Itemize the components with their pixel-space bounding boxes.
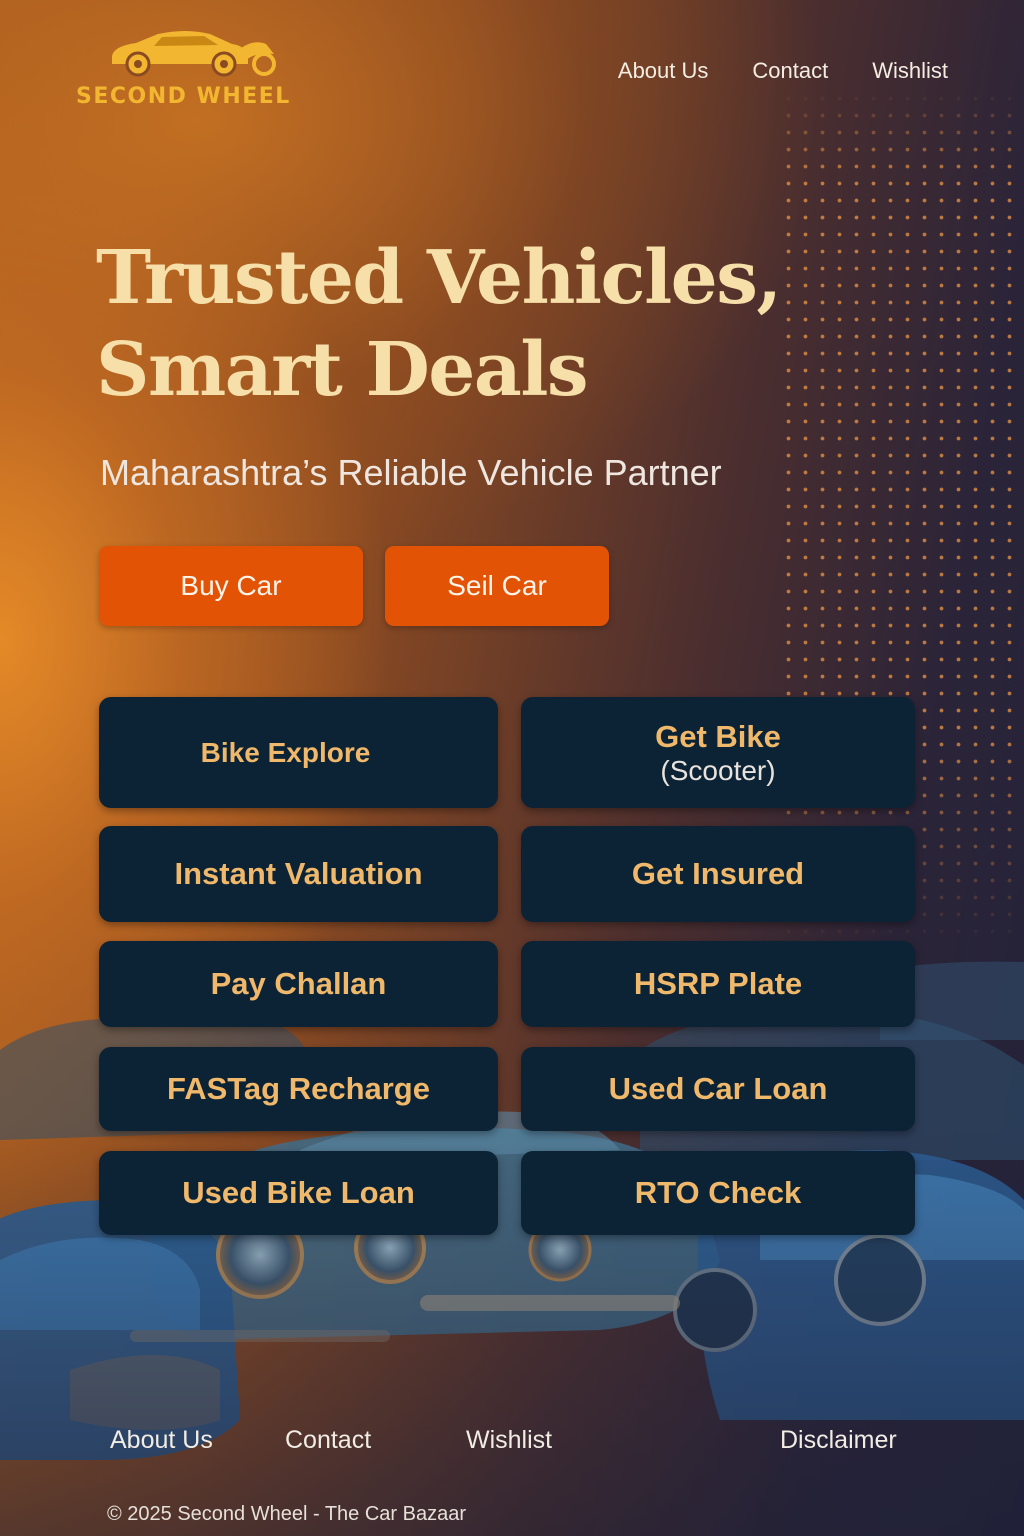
tile-label: Get Insured (631, 856, 805, 891)
car-motorbike-logo-icon (112, 31, 276, 77)
copyright-text: © 2025 Second Wheel - The Car Bazaar (107, 1503, 467, 1525)
tile-label: FASTag Recharge (166, 1071, 430, 1106)
tile-sublabel: (Scooter) (660, 754, 776, 786)
get-insured-tile[interactable]: Get Insured (521, 826, 915, 922)
nav-wishlist[interactable]: Wishlist (872, 58, 948, 84)
footer-about-us[interactable]: About Us (110, 1426, 213, 1455)
nav-contact[interactable]: Contact (752, 58, 828, 84)
tile-label: Used Bike Loan (182, 1175, 415, 1210)
hero-title-line-2: Smart Deals (96, 327, 589, 413)
bike-explore-tile[interactable]: Bike Explore (99, 697, 498, 808)
tile-label: Bike Explore (200, 736, 371, 768)
nav-about-us[interactable]: About Us (618, 58, 709, 84)
footer-navigation: About Us Contact Wishlist Disclaimer (0, 1426, 1024, 1458)
instant-valuation-tile[interactable]: Instant Valuation (99, 826, 498, 922)
tile-label: Pay Challan (210, 966, 387, 1001)
sell-car-button[interactable]: Seil Car (385, 546, 609, 626)
top-navigation: About Us Contact Wishlist (618, 58, 948, 84)
used-car-loan-tile[interactable]: Used Car Loan (521, 1047, 915, 1131)
brand-name: SECOND WHEEL (76, 84, 291, 109)
tile-label: HSRP Plate (633, 966, 803, 1001)
get-bike-tile[interactable]: Get Bike (Scooter) (521, 697, 915, 808)
used-bike-loan-tile[interactable]: Used Bike Loan (99, 1151, 498, 1235)
footer-contact[interactable]: Contact (285, 1426, 371, 1455)
tile-label: Used Car Loan (608, 1071, 828, 1106)
hero-title-line-1: Trusted Vehicles, (96, 235, 782, 321)
pay-challan-tile[interactable]: Pay Challan (99, 941, 498, 1027)
footer-disclaimer[interactable]: Disclaimer (780, 1426, 897, 1455)
tile-label: Get Bike (655, 718, 781, 754)
hsrp-plate-tile[interactable]: HSRP Plate (521, 941, 915, 1027)
dot-pattern-decoration (780, 90, 1024, 950)
tile-label: Instant Valuation (174, 856, 423, 891)
fastag-recharge-tile[interactable]: FASTag Recharge (99, 1047, 498, 1131)
hero-subtitle: Maharashtra’s Reliable Vehicle Partner (100, 452, 722, 493)
buy-car-button[interactable]: Buy Car (99, 546, 363, 626)
brand-logo[interactable]: SECOND WHEEL (76, 26, 316, 116)
footer-wishlist[interactable]: Wishlist (466, 1426, 552, 1455)
rto-check-tile[interactable]: RTO Check (521, 1151, 915, 1235)
tile-label: RTO Check (634, 1175, 802, 1210)
hero-title: Trusted Vehicles, Smart Deals (96, 232, 782, 416)
